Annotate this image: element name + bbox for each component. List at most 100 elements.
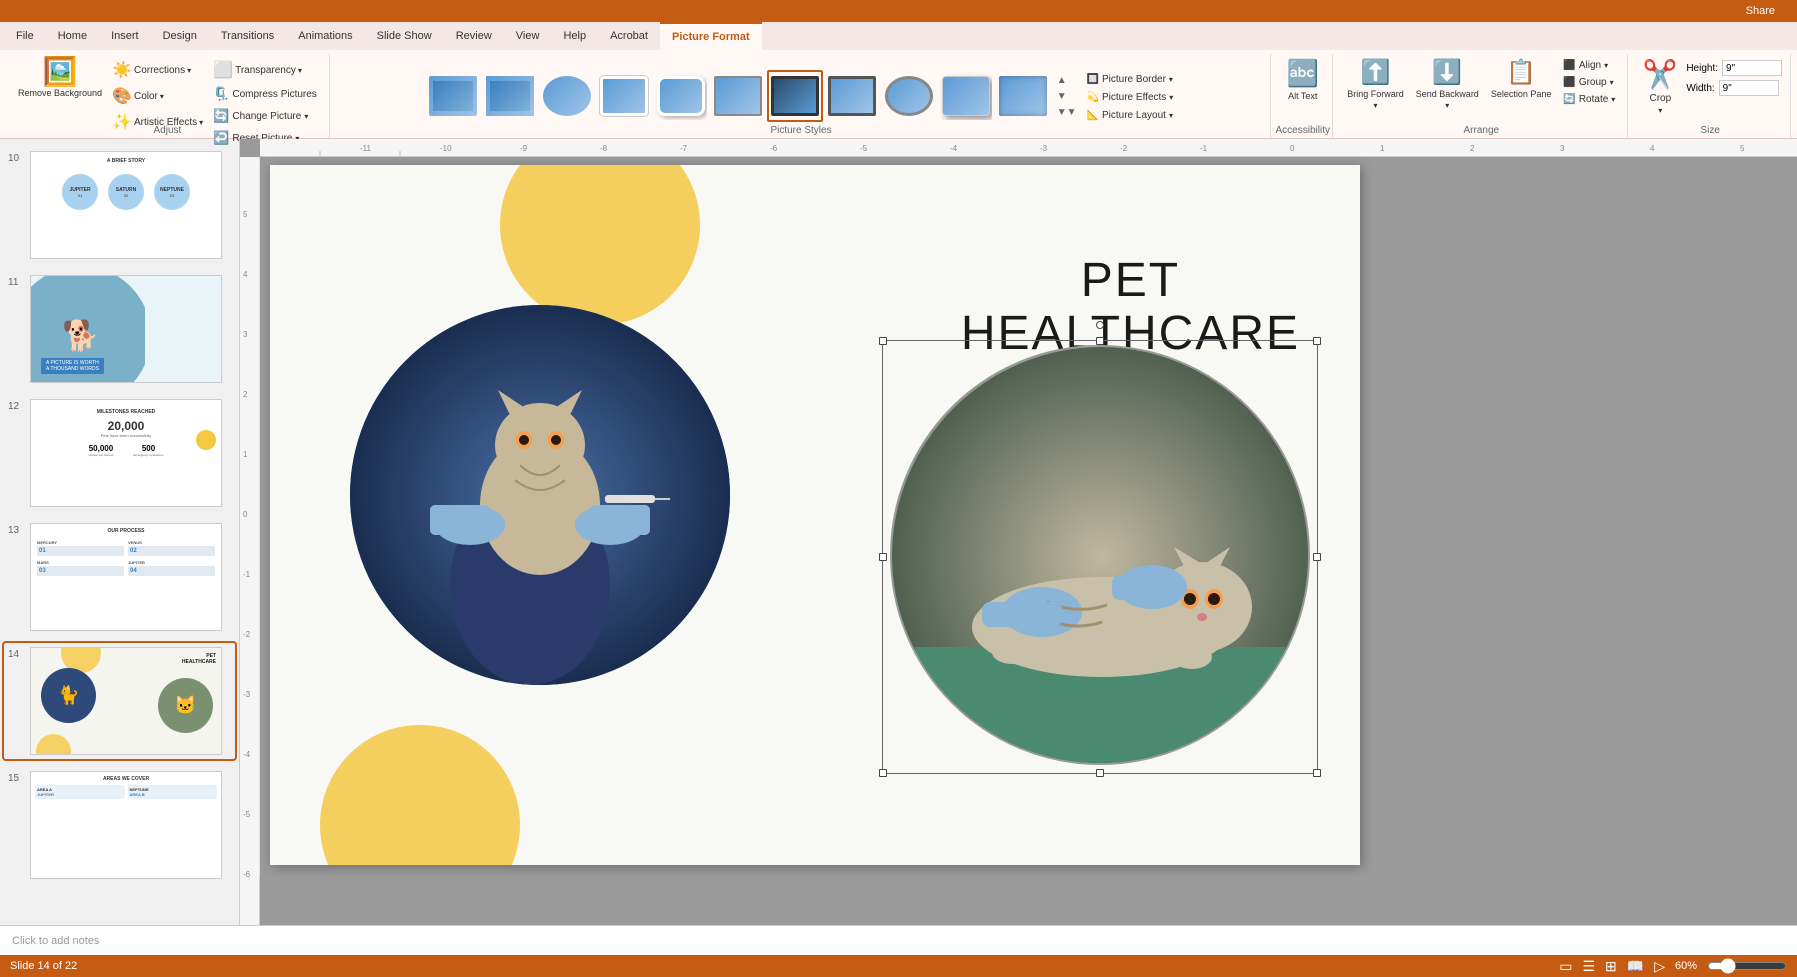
handle-middle-left[interactable] <box>879 553 887 561</box>
view-outline-icon[interactable]: ☰ <box>1582 958 1595 975</box>
change-picture-dropdown-icon[interactable]: ▾ <box>304 112 308 121</box>
pic-style-2[interactable] <box>482 70 538 122</box>
transparency-dropdown-icon[interactable]: ▾ <box>298 66 302 75</box>
tab-home[interactable]: Home <box>46 22 99 50</box>
cat-image-right[interactable] <box>890 345 1310 765</box>
rotate-dropdown-icon[interactable]: ▾ <box>1611 95 1615 104</box>
slide-panel: 10 A BRIEF STORY JUPITER 01 SATURN 02 <box>0 139 240 925</box>
notes-bar[interactable]: Click to add notes <box>0 925 1797 955</box>
tab-file[interactable]: File <box>4 22 46 50</box>
crop-button[interactable]: ✂️ Crop ▾ <box>1638 56 1682 117</box>
notes-placeholder: Click to add notes <box>12 935 99 947</box>
color-dropdown-icon[interactable]: ▾ <box>160 92 164 101</box>
slide-preview-12: MILESTONES REACHED 20,000 Pets have been… <box>30 399 222 507</box>
scroll-up-arrow[interactable]: ▲ <box>1055 73 1079 88</box>
scroll-more-arrow[interactable]: ▼▼ <box>1055 105 1079 120</box>
group-button[interactable]: ⬛ Group ▾ <box>1559 75 1619 90</box>
share-button[interactable]: Share <box>1732 2 1789 20</box>
change-picture-button[interactable]: 🔄 Change Picture ▾ <box>209 106 321 126</box>
tab-review[interactable]: Review <box>444 22 504 50</box>
picture-effects-dropdown-icon[interactable]: ▾ <box>1169 93 1173 102</box>
bring-forward-icon: ⬆️ <box>1361 58 1391 87</box>
svg-text:-7: -7 <box>680 144 688 153</box>
svg-text:3: 3 <box>243 330 248 339</box>
tab-slideshow[interactable]: Slide Show <box>365 22 444 50</box>
tab-view[interactable]: View <box>504 22 552 50</box>
pic-style-1[interactable] <box>425 70 481 122</box>
slide-thumb-13[interactable]: 13 OUR PROCESS MERCURY 01 VENUS <box>4 519 235 635</box>
slide-canvas[interactable]: PET HEALTHCARE <box>270 165 1360 865</box>
align-dropdown-icon[interactable]: ▾ <box>1604 61 1608 70</box>
artistic-effects-dropdown-icon[interactable]: ▾ <box>199 118 203 127</box>
tab-transitions[interactable]: Transitions <box>209 22 286 50</box>
pic-style-8[interactable] <box>824 70 880 122</box>
pic-style-7[interactable] <box>767 70 823 122</box>
send-backward-icon: ⬇️ <box>1432 58 1462 87</box>
send-backward-dropdown-icon[interactable]: ▾ <box>1445 101 1449 110</box>
scroll-down-arrow[interactable]: ▼ <box>1055 89 1079 104</box>
pic-style-3[interactable] <box>539 70 595 122</box>
alt-text-icon: 🔤 <box>1287 58 1319 89</box>
rotate-button[interactable]: 🔄 Rotate ▾ <box>1559 92 1619 107</box>
slide-thumb-14[interactable]: 14 PETHEALTHCARE 🐈 🐱 <box>4 643 235 759</box>
group-dropdown-icon[interactable]: ▾ <box>1610 78 1614 87</box>
align-icon: ⬛ <box>1563 60 1575 71</box>
transparency-button[interactable]: ⬜ Transparency ▾ <box>209 58 321 82</box>
slide-thumb-15[interactable]: 15 AREAS WE COVER AREA A JUPITER NEPTUNE… <box>4 767 235 883</box>
picture-layout-button[interactable]: 📐 Picture Layout ▾ <box>1083 108 1178 123</box>
handle-middle-right[interactable] <box>1313 553 1321 561</box>
tab-help[interactable]: Help <box>551 22 598 50</box>
send-backward-button[interactable]: ⬇️ Send Backward ▾ <box>1412 56 1483 112</box>
tab-insert[interactable]: Insert <box>99 22 151 50</box>
tab-acrobat[interactable]: Acrobat <box>598 22 660 50</box>
picture-border-button[interactable]: 🔲 Picture Border ▾ <box>1083 72 1178 87</box>
handle-top-right[interactable] <box>1313 337 1321 345</box>
corrections-button[interactable]: ☀️ Corrections ▾ <box>108 58 207 82</box>
tab-animations[interactable]: Animations <box>286 22 364 50</box>
slide-preview-10: A BRIEF STORY JUPITER 01 SATURN 02 NEPTU… <box>30 151 222 259</box>
change-picture-icon: 🔄 <box>213 108 229 124</box>
pic-style-6[interactable] <box>710 70 766 122</box>
bring-forward-button[interactable]: ⬆️ Bring Forward ▾ <box>1343 56 1408 112</box>
svg-text:-1: -1 <box>243 570 251 579</box>
slide-thumb-12[interactable]: 12 MILESTONES REACHED 20,000 Pets have b… <box>4 395 235 511</box>
group-icon: ⬛ <box>1563 77 1575 88</box>
view-slide-sorter-icon[interactable]: ⊞ <box>1605 958 1617 975</box>
cat-image-left[interactable] <box>350 305 730 685</box>
bring-forward-dropdown-icon[interactable]: ▾ <box>1374 101 1378 110</box>
slide-thumb-10[interactable]: 10 A BRIEF STORY JUPITER 01 SATURN 02 <box>4 147 235 263</box>
picture-layout-dropdown-icon[interactable]: ▾ <box>1169 111 1173 120</box>
canvas-area: -11 -10 -9 -8 -7 -6 -5 -4 -3 -2 -1 0 1 2… <box>240 139 1797 925</box>
handle-bottom-right[interactable] <box>1313 769 1321 777</box>
tab-design[interactable]: Design <box>151 22 209 50</box>
pic-style-4[interactable] <box>596 70 652 122</box>
width-input[interactable] <box>1719 80 1779 96</box>
view-slideshow-icon[interactable]: ▷ <box>1654 958 1665 975</box>
slide-content: PET HEALTHCARE <box>270 165 1360 865</box>
pic-style-11[interactable] <box>995 70 1051 122</box>
accessibility-group: 🔤 Alt Text Accessibility <box>1273 54 1333 138</box>
align-button[interactable]: ⬛ Align ▾ <box>1559 58 1619 73</box>
pic-style-5[interactable] <box>653 70 709 122</box>
crop-dropdown-icon[interactable]: ▾ <box>1658 106 1662 115</box>
height-input[interactable] <box>1722 60 1782 76</box>
view-normal-icon[interactable]: ▭ <box>1559 958 1572 975</box>
reset-picture-icon: ↩️ <box>213 130 229 146</box>
alt-text-button[interactable]: 🔤 Alt Text <box>1283 56 1323 103</box>
corrections-dropdown-icon[interactable]: ▾ <box>187 66 191 75</box>
handle-top-left[interactable] <box>879 337 887 345</box>
handle-bottom-left[interactable] <box>879 769 887 777</box>
selection-pane-button[interactable]: 📋 Selection Pane <box>1487 56 1556 101</box>
compress-pictures-button[interactable]: 🗜️ Compress Pictures <box>209 84 321 104</box>
remove-background-button[interactable]: 🖼️ Remove Background <box>14 56 106 101</box>
zoom-slider[interactable] <box>1707 960 1787 972</box>
slide-thumb-11[interactable]: 11 🐕 A PICTURE IS WORTHA THOUSAND WORDS <box>4 271 235 387</box>
tab-picture-format[interactable]: Picture Format <box>660 22 762 50</box>
picture-effects-button[interactable]: 💫 Picture Effects ▾ <box>1083 90 1178 105</box>
picture-border-dropdown-icon[interactable]: ▾ <box>1169 75 1173 84</box>
handle-bottom-middle[interactable] <box>1096 769 1104 777</box>
pic-style-9[interactable] <box>881 70 937 122</box>
view-reading-icon[interactable]: 📖 <box>1627 958 1644 975</box>
pic-style-10[interactable] <box>938 70 994 122</box>
color-button[interactable]: 🎨 Color ▾ <box>108 84 207 108</box>
